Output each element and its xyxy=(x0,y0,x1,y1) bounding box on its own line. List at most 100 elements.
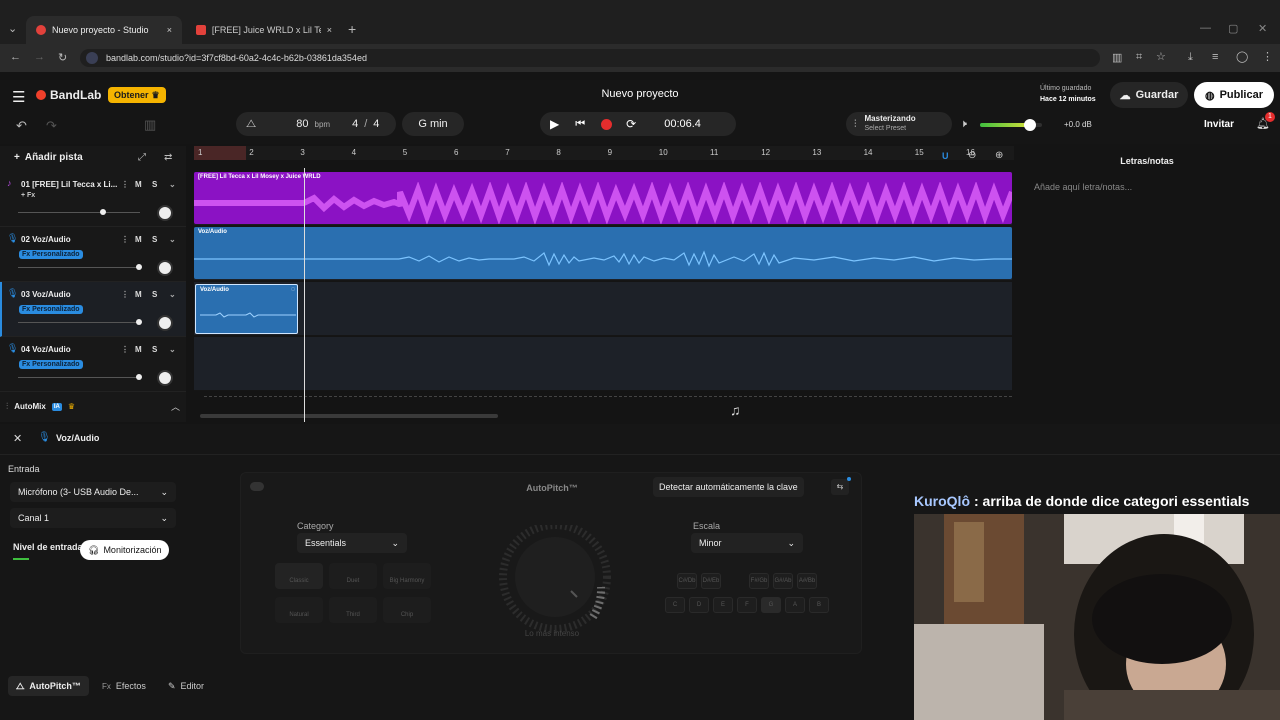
speaker-icon[interactable]: 🕨 xyxy=(960,118,967,131)
track-pan-knob[interactable] xyxy=(157,370,173,386)
track-settings-icon[interactable]: ⇄ xyxy=(164,152,172,163)
bookmark-star-icon[interactable]: ☆ xyxy=(1156,50,1166,63)
tab-editor[interactable]: ✎ Editor xyxy=(168,676,204,696)
track-fx-badge[interactable]: Fx Personalizado xyxy=(19,250,83,259)
save-button[interactable]: ☁ Guardar xyxy=(1110,82,1188,108)
track-menu-icon[interactable]: ⋮ xyxy=(121,345,129,354)
tab-close-icon[interactable]: × xyxy=(167,25,172,35)
track-volume-handle[interactable] xyxy=(135,264,142,270)
track-expand-icon[interactable]: ⌄ xyxy=(169,345,176,354)
automix-row[interactable]: ⫶ AutoMix IA ♛ ︿ xyxy=(6,400,180,413)
tab-list-icon[interactable]: ⌄ xyxy=(8,22,17,35)
autopitch-settings-icon[interactable]: ⇆ xyxy=(831,479,849,495)
style-chip-button[interactable]: Chip xyxy=(383,597,431,623)
tab-close-icon[interactable]: × xyxy=(327,25,332,35)
detect-key-button[interactable]: Detectar automáticamente la clave xyxy=(653,477,804,497)
close-window-icon[interactable]: ✕ xyxy=(1258,22,1267,35)
key-g-sharp[interactable]: G#/Ab xyxy=(773,573,793,589)
track-pan-knob[interactable] xyxy=(157,260,173,276)
mute-button[interactable]: M xyxy=(135,235,142,244)
key-selector[interactable]: G min xyxy=(402,112,464,136)
add-track-button[interactable]: + Añadir pista xyxy=(14,152,83,163)
track-volume-handle[interactable] xyxy=(135,374,142,380)
track-expand-icon[interactable]: ⌄ xyxy=(169,235,176,244)
track-name[interactable]: 01 [FREE] Lil Tecca x Li... xyxy=(21,180,117,189)
key-c-sharp[interactable]: C#/Db xyxy=(677,573,697,589)
track-pan-knob[interactable] xyxy=(157,205,173,221)
skip-back-icon[interactable]: ⏮ xyxy=(575,118,585,131)
key-a[interactable]: A xyxy=(785,597,805,613)
key-b[interactable]: B xyxy=(809,597,829,613)
mute-button[interactable]: M xyxy=(135,290,142,299)
style-big-harmony-button[interactable]: Big Harmony xyxy=(383,563,431,589)
intensity-knob[interactable] xyxy=(497,525,613,635)
mute-button[interactable]: M xyxy=(135,345,142,354)
input-device-select[interactable]: Micrófono (3- USB Audio De... ⌄ xyxy=(10,482,176,502)
new-tab-icon[interactable]: + xyxy=(348,21,356,37)
track-lane-02[interactable]: Voz/Audio xyxy=(194,227,1012,281)
tempo-value[interactable]: 80 xyxy=(296,118,308,130)
key-d-sharp[interactable]: D#/Eb xyxy=(701,573,721,589)
key-c[interactable]: C xyxy=(665,597,685,613)
style-duet-button[interactable]: Duet xyxy=(329,563,377,589)
key-e[interactable]: E xyxy=(713,597,733,613)
zoom-out-icon[interactable]: ⊖ xyxy=(968,150,976,161)
master-volume-slider[interactable] xyxy=(980,119,1042,131)
solo-button[interactable]: S xyxy=(152,345,157,354)
key-g[interactable]: G xyxy=(761,597,781,613)
minimize-icon[interactable]: — xyxy=(1200,22,1211,34)
invite-button[interactable]: Invitar xyxy=(1204,119,1234,130)
time-signature-denominator[interactable]: 4 xyxy=(373,118,379,130)
track-volume-handle[interactable] xyxy=(135,319,142,325)
close-editor-icon[interactable]: ✕ xyxy=(13,432,22,445)
track-row-02[interactable]: 🎙︎ 02 Voz/Audio Fx Personalizado ⋮ M S ⌄ xyxy=(0,227,186,282)
track-volume-slider[interactable] xyxy=(18,319,142,325)
track-menu-icon[interactable]: ⋮ xyxy=(121,180,129,189)
tab-youtube[interactable]: [FREE] Juice WRLD x Lil Tecca Ty × xyxy=(186,16,342,44)
track-fx-button[interactable]: + Fx xyxy=(21,192,35,199)
record-icon[interactable] xyxy=(601,118,613,130)
mixer-icon[interactable]: ▥ xyxy=(144,117,156,133)
solo-button[interactable]: S xyxy=(152,180,157,189)
category-select[interactable]: Essentials ⌄ xyxy=(297,533,407,553)
track-expand-icon[interactable]: ⌄ xyxy=(169,290,176,299)
lyrics-input[interactable]: Añade aquí letra/notas... xyxy=(1034,182,1132,192)
loop-icon[interactable]: ⟳ xyxy=(626,117,636,131)
key-d[interactable]: D xyxy=(689,597,709,613)
style-third-button[interactable]: Third xyxy=(329,597,377,623)
forward-icon[interactable]: → xyxy=(34,51,45,63)
mastering-button[interactable]: ⫶ Masterizando Select Preset xyxy=(846,112,952,136)
reload-icon[interactable]: ↻ xyxy=(58,51,67,64)
play-icon[interactable]: ▶ xyxy=(550,117,559,131)
profile-icon[interactable]: ◯ xyxy=(1236,50,1248,63)
style-natural-button[interactable]: Natural xyxy=(275,597,323,623)
key-a-sharp[interactable]: A#/Bb xyxy=(797,573,817,589)
site-info-icon[interactable] xyxy=(86,52,98,64)
extensions-icon[interactable]: ▥ xyxy=(1112,51,1122,64)
track-lane-01[interactable]: [FREE] Lil Tecca x Lil Mosey x Juice WRL… xyxy=(194,172,1012,226)
track-menu-icon[interactable]: ⋮ xyxy=(121,290,129,299)
solo-button[interactable]: S xyxy=(152,290,157,299)
key-f-sharp[interactable]: F#/Gb xyxy=(749,573,769,589)
audio-clip[interactable]: [FREE] Lil Tecca x Lil Mosey x Juice WRL… xyxy=(194,172,1012,224)
track-lane-03[interactable]: Voz/Audio ◌ xyxy=(194,282,1012,336)
redo-icon[interactable]: ↷ xyxy=(46,118,57,134)
track-menu-icon[interactable]: ⋮ xyxy=(121,235,129,244)
track-pan-knob[interactable] xyxy=(157,315,173,331)
undo-icon[interactable]: ↶ xyxy=(16,118,27,134)
maximize-icon[interactable]: ▢ xyxy=(1228,22,1238,35)
clip-loop-icon[interactable]: ◌ xyxy=(291,286,295,293)
track-fx-badge[interactable]: Fx Personalizado xyxy=(19,360,83,369)
track-volume-handle[interactable] xyxy=(100,209,107,215)
selected-audio-clip[interactable]: Voz/Audio ◌ xyxy=(195,284,298,334)
timeline-scrollbar[interactable] xyxy=(200,414,498,418)
track-name[interactable]: 02 Voz/Audio xyxy=(21,235,71,244)
address-bar[interactable]: bandlab.com/studio?id=3f7cf8bd-60a2-4c4c… xyxy=(80,49,1100,67)
media-icon[interactable]: ≡ xyxy=(1212,51,1218,63)
mute-button[interactable]: M xyxy=(135,180,142,189)
tab-effects[interactable]: Fx Efectos xyxy=(102,676,146,696)
key-f[interactable]: F xyxy=(737,597,757,613)
scale-select[interactable]: Minor ⌄ xyxy=(691,533,803,553)
download-icon[interactable]: ⤓ xyxy=(1188,51,1193,64)
track-expand-icon[interactable]: ⌄ xyxy=(169,180,176,189)
